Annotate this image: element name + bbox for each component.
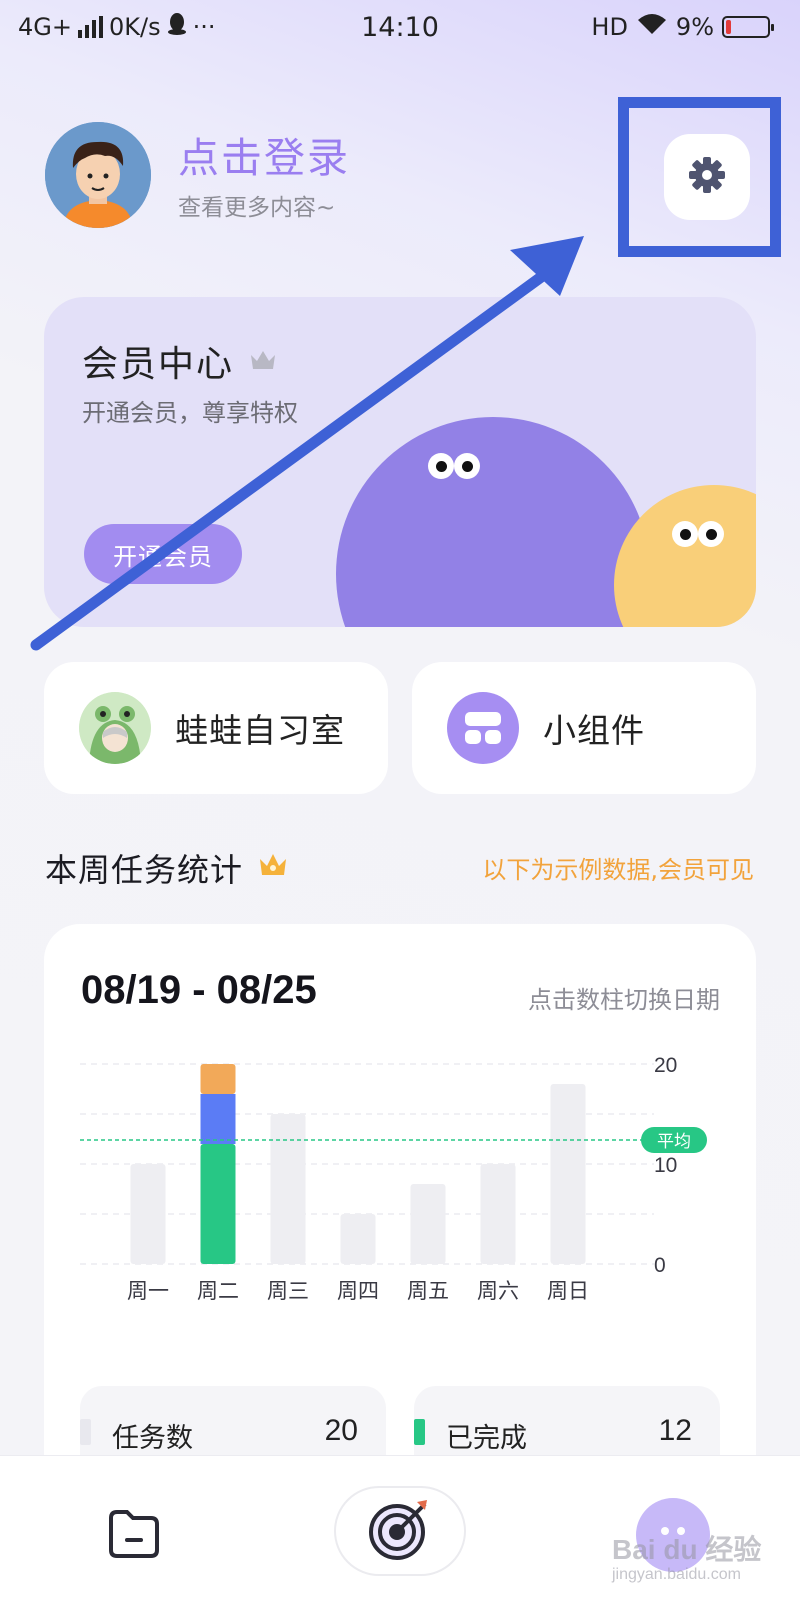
- bar-segment: [200, 1064, 236, 1094]
- bar: [270, 1114, 306, 1264]
- bar: [340, 1214, 376, 1264]
- battery-icon: [722, 16, 774, 38]
- login-title[interactable]: 点击登录: [178, 124, 350, 184]
- sample-data-note: 以下为示例数据,会员可见: [482, 856, 754, 884]
- date-range[interactable]: 08/19 - 08/25: [81, 968, 317, 1013]
- member-center-card[interactable]: 会员中心 开通会员，尊享特权 开通会员: [44, 297, 756, 627]
- x-tick-label: 周五: [407, 1279, 449, 1303]
- x-tick-label: 周三: [267, 1279, 309, 1303]
- task-count-label: 任务数: [112, 1423, 193, 1454]
- yellow-mascot: [614, 485, 756, 627]
- bar: [130, 1164, 166, 1264]
- watermark-url: jingyan.baidu.com: [612, 1566, 741, 1583]
- bar-segment: [200, 1144, 236, 1264]
- weekly-stats-title-text: 本周任务统计: [45, 851, 244, 889]
- x-tick-label: 周四: [337, 1279, 379, 1303]
- x-tick-label: 周日: [547, 1279, 589, 1303]
- battery-percent: 9%: [675, 13, 714, 41]
- nav-tasks[interactable]: [98, 1500, 170, 1572]
- crown-icon: [248, 341, 278, 382]
- folder-icon: [107, 1508, 161, 1564]
- wifi-icon: [636, 12, 668, 42]
- weekly-stats-title: 本周任务统计: [45, 845, 289, 891]
- purple-mascot: [336, 417, 650, 627]
- x-tick-label: 周六: [477, 1279, 519, 1303]
- average-label: 平均: [657, 1132, 691, 1152]
- target-icon: [367, 1496, 433, 1566]
- watermark-logo: Bai du 经验: [612, 1534, 762, 1565]
- nav-focus[interactable]: [334, 1486, 466, 1576]
- bar: [550, 1084, 586, 1264]
- member-title-text: 会员中心: [82, 344, 235, 385]
- status-bar: 4G+ 0K/s ··· 14:10 HD 9%: [0, 0, 800, 56]
- widgets-card[interactable]: 小组件: [412, 662, 756, 794]
- member-title: 会员中心: [82, 335, 278, 387]
- widgets-label: 小组件: [543, 711, 645, 750]
- annotation-highlight-box: [618, 97, 781, 257]
- bar: [480, 1164, 516, 1264]
- task-count-marker: [80, 1419, 91, 1445]
- x-tick-label: 周二: [197, 1279, 239, 1303]
- weekly-bar-chart: 0 10 20 周一 周二 周三 周四 周五 周六 周日 平均: [80, 1054, 707, 1303]
- y-tick-label: 0: [654, 1254, 666, 1277]
- frog-study-room-card[interactable]: 蛙蛙自习室: [44, 662, 388, 794]
- bottom-nav: Bai du 经验 jingyan.baidu.com: [0, 1455, 800, 1600]
- member-subtitle: 开通会员，尊享特权: [82, 399, 298, 427]
- bar-segment: [200, 1094, 236, 1144]
- completed-value: 12: [658, 1414, 692, 1447]
- hd-indicator: HD: [591, 13, 628, 41]
- frog-study-room-label: 蛙蛙自习室: [175, 711, 345, 750]
- status-right: HD 9%: [591, 12, 774, 42]
- widget-icon: [447, 692, 519, 764]
- frog-avatar-icon: [79, 692, 151, 764]
- login-subtitle: 查看更多内容~: [178, 195, 336, 221]
- gold-crown-icon: [257, 849, 289, 887]
- x-tick-label: 周一: [127, 1279, 169, 1303]
- open-membership-button[interactable]: 开通会员: [84, 524, 242, 584]
- completed-label: 已完成: [446, 1423, 527, 1454]
- weekly-chart-card: 08/19 - 08/25 点击数柱切换日期 0 10 20 周一 周二 周三 周四 周五 周六…: [44, 924, 756, 1544]
- bar: [410, 1184, 446, 1264]
- avatar[interactable]: [45, 122, 151, 228]
- y-tick-label: 10: [654, 1154, 677, 1177]
- task-count-value: 20: [324, 1414, 358, 1447]
- y-tick-label: 20: [654, 1054, 677, 1077]
- date-switch-hint: 点击数柱切换日期: [528, 986, 720, 1014]
- completed-marker: [414, 1419, 425, 1445]
